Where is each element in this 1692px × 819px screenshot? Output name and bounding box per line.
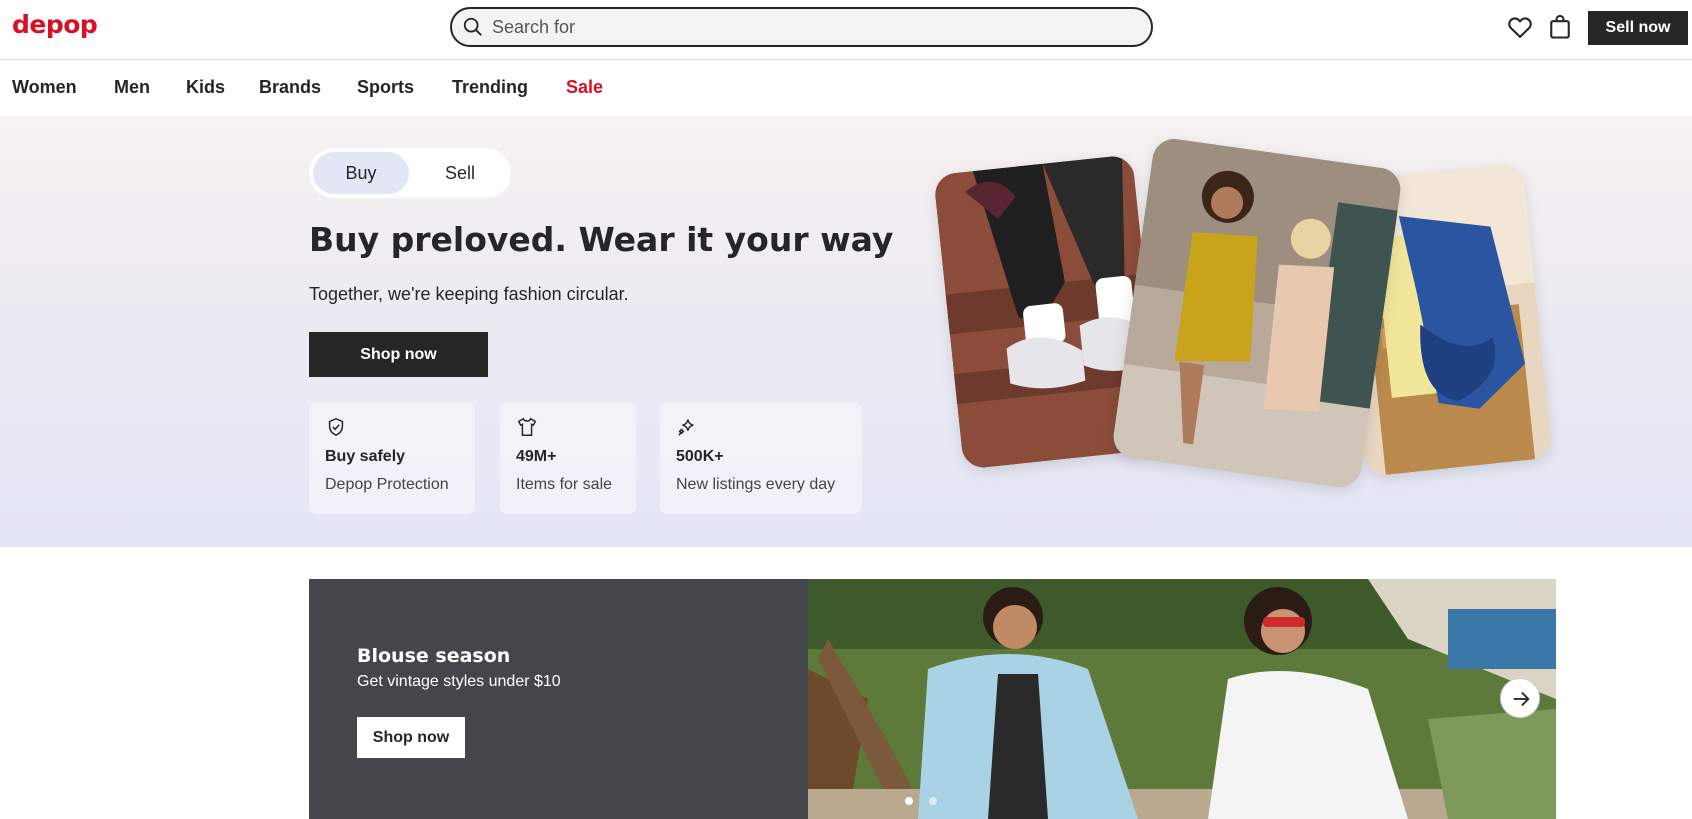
nav-item-sports[interactable]: Sports — [357, 77, 414, 98]
hero-shop-now-button[interactable]: Shop now — [309, 332, 488, 377]
hero-section: Buy Sell Buy preloved. Wear it your way … — [0, 116, 1692, 547]
nav-item-brands[interactable]: Brands — [259, 77, 321, 98]
stat-card-buy-safely: Buy safely Depop Protection — [309, 402, 475, 514]
shopping-bag-icon[interactable] — [1546, 13, 1574, 41]
carousel-next-button[interactable] — [1500, 678, 1540, 718]
buy-sell-toggle: Buy Sell — [309, 148, 511, 198]
depop-logo[interactable]: depop — [12, 10, 98, 39]
site-header: depop Sell now — [0, 0, 1692, 60]
heart-icon[interactable] — [1506, 13, 1534, 41]
promo-text-panel: Blouse season Get vintage styles under $… — [309, 579, 808, 819]
nav-item-kids[interactable]: Kids — [186, 77, 225, 98]
promo-photo — [808, 579, 1556, 819]
nav-item-trending[interactable]: Trending — [452, 77, 528, 98]
search-icon — [463, 17, 482, 36]
nav-item-men[interactable]: Men — [114, 77, 150, 98]
arrow-right-icon — [1513, 691, 1530, 707]
nav-item-women[interactable]: Women — [12, 77, 77, 98]
stat-label: Depop Protection — [325, 476, 449, 493]
category-nav: Women Men Kids Brands Sports Trending Sa… — [0, 60, 1692, 116]
promo-shop-now-button[interactable]: Shop now — [357, 717, 465, 758]
stat-card-items: 49M+ Items for sale — [500, 402, 636, 514]
promo-title: Blouse season — [357, 645, 511, 667]
stat-label: Items for sale — [516, 476, 613, 493]
shield-check-icon — [328, 417, 344, 437]
search-input[interactable] — [492, 9, 1132, 45]
toggle-buy[interactable]: Buy — [313, 152, 409, 194]
stat-value: Buy safely — [325, 448, 406, 465]
promo-subtitle: Get vintage styles under $10 — [357, 673, 561, 690]
stat-label: New listings every day — [676, 476, 836, 493]
carousel-dot-1[interactable] — [905, 797, 913, 805]
promo-banner: Blouse season Get vintage styles under $… — [309, 579, 1556, 819]
nav-item-sale[interactable]: Sale — [566, 77, 603, 98]
carousel-dot-2[interactable] — [929, 797, 937, 805]
toggle-sell[interactable]: Sell — [413, 152, 507, 194]
hero-subtitle: Together, we're keeping fashion circular… — [309, 284, 629, 304]
hero-title: Buy preloved. Wear it your way — [309, 220, 894, 259]
tshirt-icon — [517, 417, 537, 436]
sparkles-icon — [678, 419, 694, 436]
hero-photo-dresses — [1110, 136, 1404, 490]
stat-value: 49M+ — [516, 448, 557, 465]
stat-card-new-listings: 500K+ New listings every day — [660, 402, 862, 514]
sell-now-button[interactable]: Sell now — [1588, 11, 1688, 45]
search-bar[interactable] — [450, 7, 1153, 47]
stat-value: 500K+ — [676, 448, 724, 465]
